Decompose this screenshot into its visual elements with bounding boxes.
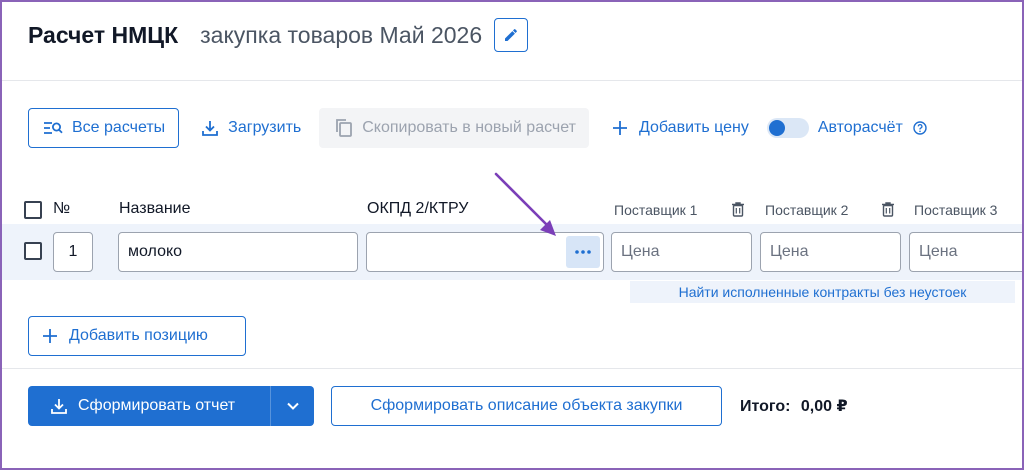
column-header-supplier-2: Поставщик 2 [765,202,849,218]
chevron-down-icon[interactable] [286,399,300,413]
column-header-supplier-3: Поставщик 3 [914,202,998,218]
supplier-2-price-field[interactable]: Цена [760,232,901,272]
toolbar: Все расчеты Загрузить Скопировать в новы… [28,108,927,148]
column-header-supplier-1: Поставщик 1 [614,202,698,218]
plus-icon [612,121,627,135]
generate-report-button[interactable]: Сформировать отчет [28,386,314,426]
autocalc-toggle-knob [768,120,785,136]
add-price-label: Добавить цену [638,119,749,136]
copy-label: Скопировать в новый расчет [362,119,576,136]
copy-to-new-calculation-button[interactable]: Скопировать в новый расчет [319,108,589,148]
supplier-3-price-field[interactable]: Цена [909,232,1022,272]
total-label: Итого: [740,398,791,415]
trash-icon[interactable] [882,202,894,217]
item-name-field[interactable]: молоко [118,232,358,272]
edit-title-button[interactable] [494,18,529,52]
pencil-icon [503,27,519,43]
autocalc-label: Авторасчёт [817,119,903,136]
list-search-icon [43,120,63,136]
total-value: 0,00 ₽ [800,398,848,415]
all-calculations-button[interactable]: Все расчеты [28,108,180,148]
plus-icon [43,329,57,343]
page-title: Расчет НМЦК [28,21,179,48]
generate-description-label: Сформировать описание объекта закупки [370,397,683,414]
trash-icon[interactable] [732,202,744,217]
generate-description-button[interactable]: Сформировать описание объекта закупки [331,386,722,426]
autocalc-toggle[interactable] [766,118,809,138]
all-calculations-label: Все расчеты [72,119,166,136]
split-divider [270,386,271,426]
footer-divider [2,368,1022,369]
upload-button[interactable]: Загрузить [201,108,301,148]
add-position-label: Добавить позицию [69,327,208,344]
column-header-name: Название [119,200,191,217]
row-number-field[interactable]: 1 [53,232,93,272]
column-header-okpd: ОКПД 2/КТРУ [367,200,469,217]
download-icon [201,119,219,137]
column-header-number: № [53,200,71,217]
more-dots-icon [575,250,591,254]
total: Итого: 0,00 ₽ [740,396,848,416]
add-position-button[interactable]: Добавить позицию [28,316,246,356]
row-checkbox[interactable] [24,242,42,260]
help-icon[interactable] [913,121,927,135]
annotation-arrow [494,172,556,236]
copy-icon [335,118,353,138]
find-contracts-label: Найти исполненные контракты без неустоек [678,284,967,300]
okpd-lookup-button[interactable] [566,236,600,268]
generate-report-label: Сформировать отчет [78,397,236,414]
download-icon [50,397,68,415]
header-divider [2,80,1022,81]
calculation-name: закупка товаров Май 2026 [200,21,483,48]
supplier-1-price-field[interactable]: Цена [611,232,752,272]
page-header: Расчет НМЦК закупка товаров Май 2026 [28,16,529,54]
add-price-button[interactable]: Добавить цену [612,108,749,148]
select-all-checkbox[interactable] [24,201,42,219]
upload-label: Загрузить [228,119,302,136]
find-contracts-link[interactable]: Найти исполненные контракты без неустоек [630,281,1015,303]
